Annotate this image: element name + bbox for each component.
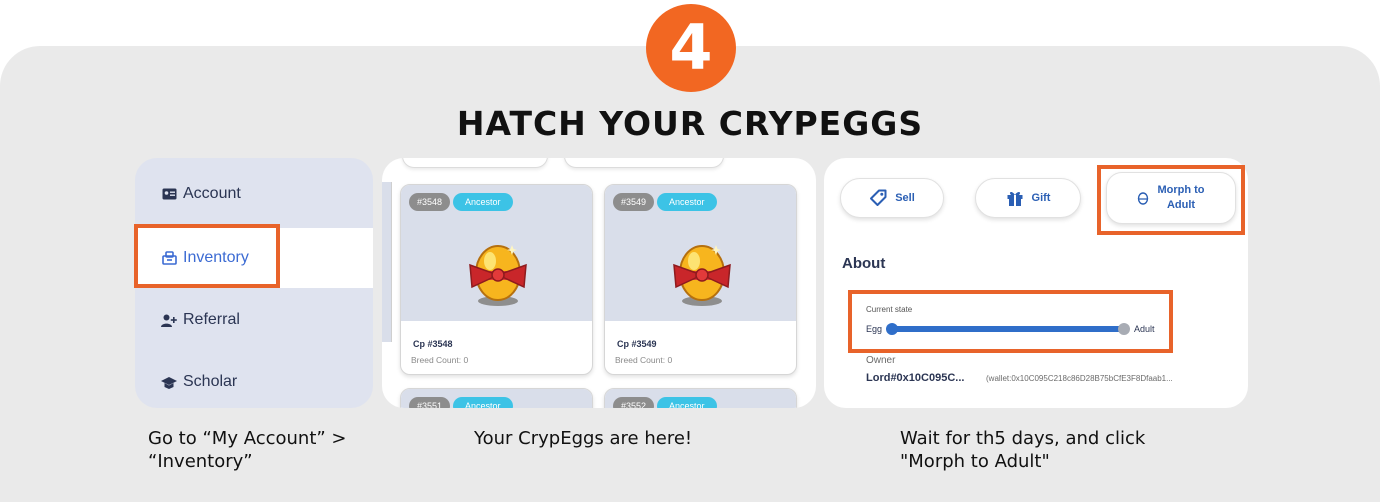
sidebar-item-label: Referral — [183, 311, 240, 328]
egg-name: Cp #3548 — [413, 339, 453, 349]
current-state-highlight-box — [848, 290, 1173, 353]
egg-id-badge: #3552 — [613, 397, 655, 408]
morph-highlight-box — [1097, 165, 1245, 235]
about-heading: About — [842, 255, 886, 272]
ancestor-badge: Ancestor — [657, 193, 717, 211]
add-user-icon — [161, 313, 177, 327]
egg-id-badge: #3548 — [409, 193, 451, 211]
caption-right-line1: Wait for th5 days, and click — [900, 428, 1146, 449]
tag-icon — [869, 189, 887, 207]
caption-middle: Your CrypEggs are here! — [474, 428, 693, 449]
egg-card[interactable]: #3548 Ancestor Cp #3548 Breed Count: 0 — [400, 184, 593, 375]
caption-right: Wait for th5 days, and click "Morph to A… — [900, 427, 1145, 473]
owner-label: Owner — [866, 355, 896, 366]
egg-card[interactable]: #3552 Ancestor — [604, 388, 797, 408]
ancestor-badge: Ancestor — [453, 193, 513, 211]
egg-card[interactable]: #3551 Ancestor — [400, 388, 593, 408]
egg-id-badge: #3549 — [613, 193, 655, 211]
ancestor-badge: Ancestor — [453, 397, 513, 408]
egg-id-badge: #3551 — [409, 397, 451, 408]
inventory-card: #3548 Ancestor Cp #3548 Breed Count: 0 #… — [382, 158, 816, 408]
owner-name[interactable]: Lord#0x10C095C... — [866, 372, 964, 384]
gift-button[interactable]: Gift — [975, 178, 1081, 218]
inventory-highlight-box — [134, 224, 280, 288]
sidebar-item-label: Scholar — [183, 373, 238, 390]
previous-card-edge — [382, 182, 392, 342]
sidebar-item-referral[interactable]: Referral — [135, 290, 373, 350]
gift-egg-icon — [673, 245, 731, 306]
caption-right-line2: "Morph to Adult" — [900, 451, 1050, 472]
gift-label: Gift — [1031, 192, 1051, 204]
sidebar-item-account[interactable]: Account — [135, 164, 373, 224]
toolbar-pill — [564, 158, 724, 168]
caption-left-line2: “Inventory” — [148, 451, 253, 472]
step-number-badge: 4 — [646, 4, 736, 92]
page-title: HATCH YOUR CRYPEGGS — [456, 104, 924, 143]
gift-egg-icon — [469, 245, 527, 306]
owner-wallet: (wallet:0x10C095C218c86D28B75bCfE3F8Dfaa… — [986, 374, 1173, 383]
caption-left-line1: Go to “My Account” > — [148, 428, 347, 449]
breed-count: Breed Count: 0 — [615, 355, 673, 365]
toolbar-pill — [402, 158, 548, 168]
scholar-hat-icon — [161, 375, 177, 389]
sidebar-item-label: Account — [183, 185, 241, 202]
ancestor-badge: Ancestor — [657, 397, 717, 408]
gift-icon — [1006, 189, 1024, 207]
egg-card[interactable]: #3549 Ancestor Cp #3549 Breed Count: 0 — [604, 184, 797, 375]
sell-label: Sell — [895, 192, 915, 204]
id-card-icon — [161, 187, 177, 201]
caption-left: Go to “My Account” > “Inventory” — [148, 427, 347, 473]
sell-button[interactable]: Sell — [840, 178, 944, 218]
sidebar-item-scholar[interactable]: Scholar — [135, 352, 373, 408]
egg-name: Cp #3549 — [617, 339, 657, 349]
breed-count: Breed Count: 0 — [411, 355, 469, 365]
